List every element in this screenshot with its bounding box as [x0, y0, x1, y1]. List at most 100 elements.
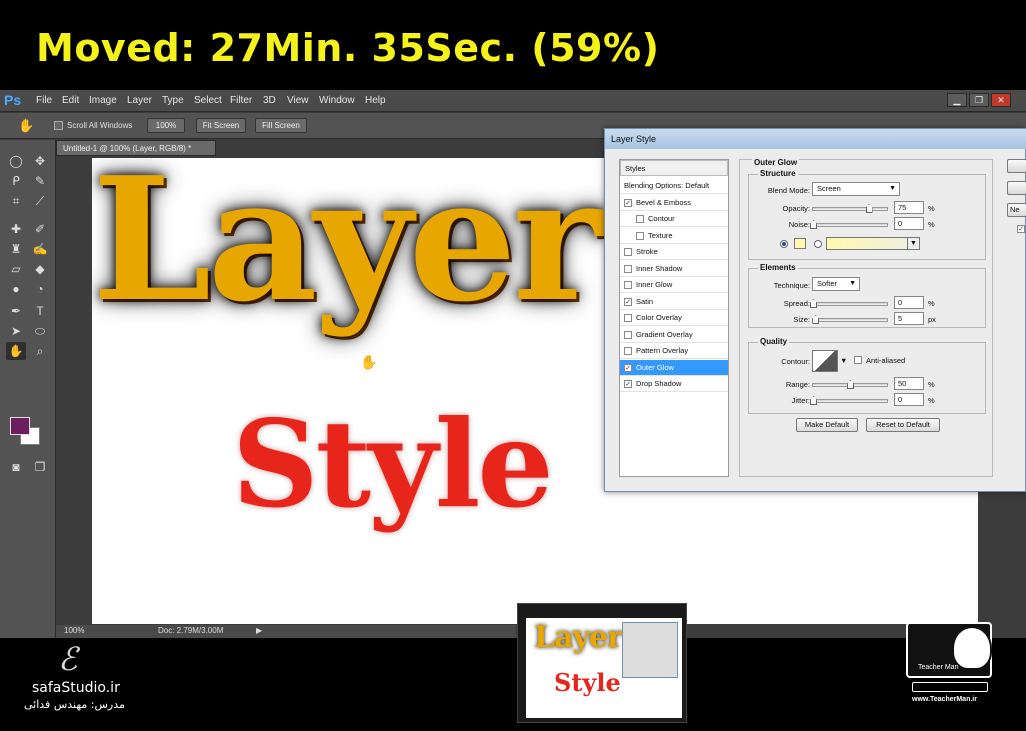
stamp-tool-icon[interactable]: ♜	[6, 240, 26, 258]
style-checkbox[interactable]	[624, 281, 632, 289]
brush-tool-icon[interactable]: ✐	[30, 220, 50, 238]
style-item-drop-shadow[interactable]: ✓ Drop Shadow	[620, 376, 728, 392]
cancel-button[interactable]	[1007, 181, 1026, 195]
menu-filter[interactable]: Filter	[230, 95, 252, 106]
reset-to-default-button[interactable]: Reset to Default	[866, 418, 940, 432]
menu-view[interactable]: View	[287, 95, 309, 106]
style-checkbox[interactable]	[636, 215, 644, 223]
opacity-slider[interactable]	[812, 204, 888, 213]
anti-aliased-checkbox[interactable]	[854, 356, 862, 364]
eraser-tool-icon[interactable]: ▱	[6, 260, 26, 278]
make-default-button[interactable]: Make Default	[796, 418, 858, 432]
jitter-input[interactable]: 0	[894, 393, 924, 406]
style-checkbox[interactable]	[636, 231, 644, 240]
zoom-tool-icon[interactable]: ⌕	[30, 342, 50, 360]
hand-tool-icon[interactable]: ✋	[6, 342, 26, 360]
status-menu-arrow-icon[interactable]: ▶	[256, 626, 262, 635]
marquee-tool-icon[interactable]: ◯	[6, 152, 26, 170]
menu-window[interactable]: Window	[319, 95, 355, 106]
menu-type[interactable]: Type	[162, 95, 184, 106]
style-item-inner-glow[interactable]: Inner Glow	[620, 277, 728, 293]
contour-picker[interactable]	[812, 350, 838, 372]
style-item-gradient-overlay[interactable]: Gradient Overlay	[620, 327, 728, 343]
quick-mask-icon[interactable]: ◙	[6, 458, 26, 476]
document-tab[interactable]: Untitled-1 @ 100% (Layer, RGB/8) *	[56, 140, 216, 156]
style-item-blending-options-default[interactable]: Blending Options: Default	[620, 178, 728, 194]
style-item-satin[interactable]: ✓ Satin	[620, 294, 728, 310]
menu-layer[interactable]: Layer	[127, 95, 152, 106]
menu-edit[interactable]: Edit	[62, 95, 79, 106]
blend-mode-value: Screen	[817, 184, 841, 193]
screen-mode-icon[interactable]: ❐	[30, 458, 50, 476]
glow-gradient-picker[interactable]: ▼	[826, 237, 920, 250]
menu-image[interactable]: Image	[89, 95, 117, 106]
style-checkbox[interactable]: ✓	[624, 297, 632, 306]
move-tool-icon[interactable]: ✥	[30, 152, 50, 170]
paint-bucket-tool-icon[interactable]: ◆	[30, 260, 50, 278]
menu-3d[interactable]: 3D	[263, 95, 276, 106]
technique-select[interactable]: Softer ▼	[812, 277, 860, 291]
style-checkbox[interactable]	[624, 264, 632, 273]
glow-color-radio[interactable]	[780, 240, 788, 248]
blend-mode-select[interactable]: Screen ▼	[812, 182, 900, 196]
hand-tool-icon[interactable]: ✋	[18, 118, 34, 134]
healing-tool-icon[interactable]: ✚	[6, 220, 26, 238]
style-item-bevel-emboss[interactable]: ✓ Bevel & Emboss	[620, 195, 728, 211]
blur-tool-icon[interactable]: ●	[6, 280, 26, 298]
preview-checkbox[interactable]: ✓	[1017, 225, 1025, 233]
style-checkbox[interactable]: ✓	[624, 380, 632, 388]
fit-screen-button[interactable]: Fit Screen	[196, 118, 246, 133]
style-item-color-overlay[interactable]: Color Overlay	[620, 310, 728, 326]
history-brush-tool-icon[interactable]: ✍	[30, 240, 50, 258]
opacity-input[interactable]: 75	[894, 201, 924, 214]
style-checkbox[interactable]	[624, 314, 632, 322]
lasso-tool-icon[interactable]: ᑭ	[6, 172, 26, 190]
glow-gradient-radio[interactable]	[814, 240, 822, 248]
pen-tool-icon[interactable]: ✒	[6, 302, 26, 320]
size-slider[interactable]	[812, 315, 888, 324]
styles-header[interactable]: Styles	[620, 160, 728, 176]
ok-button[interactable]	[1007, 159, 1026, 173]
noise-slider[interactable]	[810, 220, 888, 229]
range-slider[interactable]	[812, 380, 888, 389]
path-select-tool-icon[interactable]: ➤	[6, 322, 26, 340]
spread-input[interactable]: 0	[894, 296, 924, 309]
style-item-stroke[interactable]: Stroke	[620, 244, 728, 260]
style-item-inner-shadow[interactable]: Inner Shadow	[620, 261, 728, 277]
style-checkbox[interactable]	[624, 330, 632, 339]
style-checkbox[interactable]: ✓	[624, 363, 632, 372]
crop-tool-icon[interactable]: ⌗	[6, 192, 26, 210]
gradient-dropdown-icon[interactable]: ▼	[907, 238, 919, 249]
restore-icon[interactable]: ❐	[969, 93, 989, 107]
style-item-outer-glow[interactable]: ✓ Outer Glow	[620, 359, 728, 376]
spread-slider[interactable]	[810, 299, 888, 308]
type-tool-icon[interactable]: T	[30, 302, 50, 320]
menu-file[interactable]: File	[36, 95, 52, 106]
status-zoom[interactable]: 100%	[64, 626, 84, 635]
style-checkbox[interactable]: ✓	[624, 198, 632, 207]
zoom-100-button[interactable]: 100%	[147, 118, 185, 133]
noise-input[interactable]: 0	[894, 217, 924, 230]
dodge-tool-icon[interactable]: ◔	[30, 280, 50, 298]
style-checkbox[interactable]	[624, 248, 632, 256]
style-item-contour[interactable]: Contour	[620, 211, 728, 227]
glow-color-swatch[interactable]	[794, 238, 806, 249]
foreground-color-swatch[interactable]	[10, 417, 30, 435]
eyedropper-tool-icon[interactable]: ⟋	[30, 192, 50, 210]
style-checkbox[interactable]	[624, 347, 632, 355]
range-input[interactable]: 50	[894, 377, 924, 390]
menu-select[interactable]: Select	[194, 95, 222, 106]
fill-screen-button[interactable]: Fill Screen	[255, 118, 307, 133]
style-item-texture[interactable]: Texture	[620, 228, 728, 244]
menu-help[interactable]: Help	[365, 95, 386, 106]
new-style-button[interactable]: Ne	[1007, 203, 1026, 217]
quick-select-tool-icon[interactable]: ✎	[30, 172, 50, 190]
contour-dropdown-icon[interactable]: ▼	[840, 356, 847, 365]
ellipse-tool-icon[interactable]: ⬭	[30, 322, 50, 340]
style-item-pattern-overlay[interactable]: Pattern Overlay	[620, 343, 728, 359]
scroll-all-windows-checkbox[interactable]	[54, 121, 63, 130]
close-icon[interactable]: ✕	[991, 93, 1011, 107]
jitter-slider[interactable]	[810, 396, 888, 405]
minimize-icon[interactable]: ▁	[947, 93, 967, 107]
size-input[interactable]: 5	[894, 312, 924, 325]
